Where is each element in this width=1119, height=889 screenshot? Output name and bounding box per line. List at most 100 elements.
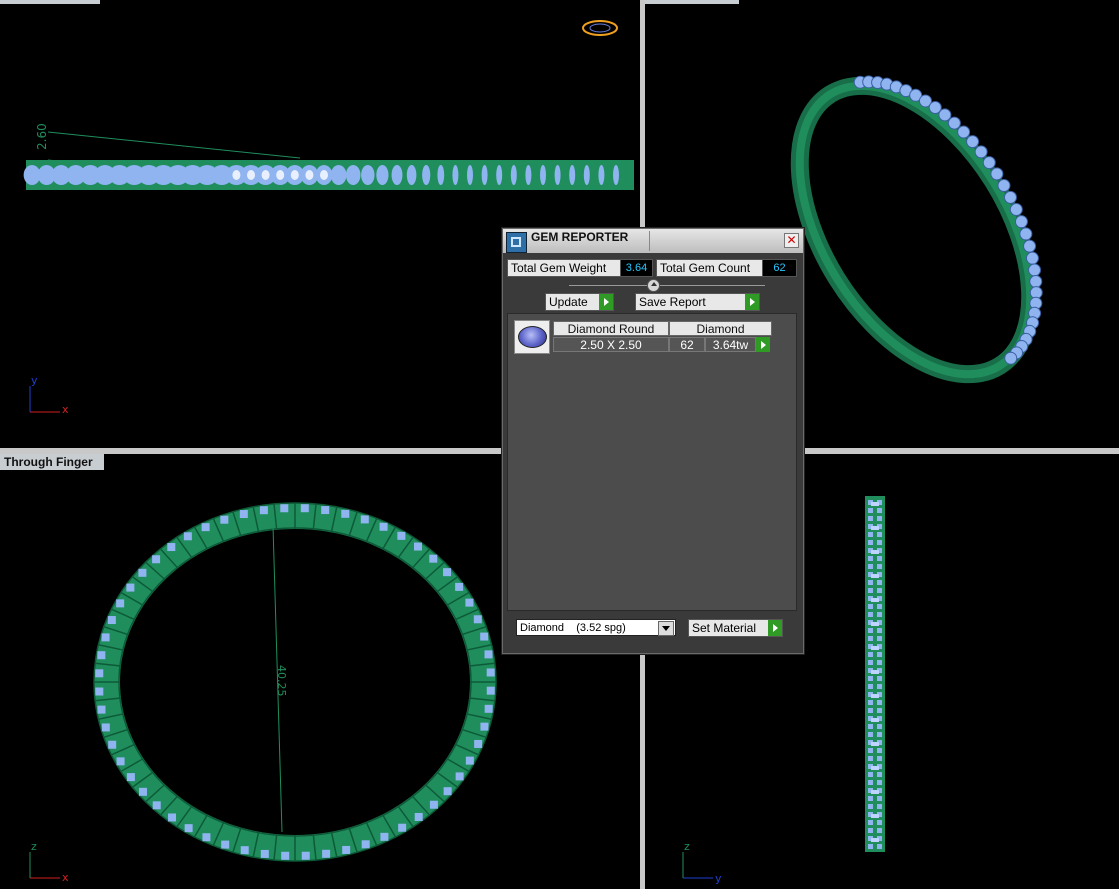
ring-part (391, 165, 403, 185)
save-report-button-label: Save Report (639, 295, 706, 309)
ring-part (598, 165, 605, 185)
ring-part (990, 167, 1004, 181)
ring-part (320, 170, 328, 180)
ring-part (868, 604, 873, 609)
ring-part (455, 582, 464, 591)
ring-part (360, 515, 369, 524)
gem-row-arrow-icon[interactable] (756, 337, 770, 352)
ring-part (877, 564, 882, 569)
ring-part (126, 773, 135, 782)
ring-part (871, 646, 879, 650)
update-button[interactable]: Update (545, 293, 614, 311)
chevron-down-icon (658, 621, 674, 636)
ring-part (877, 628, 882, 633)
gem-shape-header: Diamond Round (553, 321, 669, 336)
ring-part (101, 723, 110, 732)
ring-part (260, 849, 269, 858)
ring-part (868, 556, 873, 561)
ring-part (467, 165, 473, 185)
axis-y-label: y (31, 374, 38, 387)
ring-part (877, 724, 882, 729)
ring-part (957, 125, 971, 139)
ring-part (871, 574, 879, 578)
ring-part (496, 165, 503, 185)
ring-part (481, 165, 488, 185)
ring-part (484, 704, 493, 713)
dialog-titlebar[interactable]: GEM REPORTER ✕ (503, 229, 803, 253)
total-gem-weight-label: Total Gem Weight (507, 259, 622, 277)
ring-part (868, 756, 873, 761)
dimension-label: 2.60 (35, 123, 49, 150)
ring-part (484, 650, 493, 659)
ring-part (443, 787, 452, 796)
ring-part (877, 652, 882, 657)
set-material-button[interactable]: Set Material (688, 619, 783, 637)
close-icon[interactable]: ✕ (784, 233, 799, 248)
ring-part (152, 801, 161, 810)
ring-part (1009, 202, 1023, 216)
ring-part (554, 165, 561, 185)
ring-part (1004, 351, 1018, 365)
ring-part (201, 523, 210, 532)
ring-part (1028, 263, 1042, 277)
ring-part (868, 628, 873, 633)
ring-part (118, 527, 472, 837)
ring-part (938, 108, 952, 122)
ring-part (868, 660, 873, 665)
slider-knob-icon[interactable] (647, 279, 660, 292)
ring-part (116, 599, 125, 608)
ring-part (877, 676, 882, 681)
play-arrow-icon (768, 620, 782, 636)
ring-part (183, 532, 192, 541)
dialog-title: GEM REPORTER (531, 230, 629, 244)
ring-part (868, 844, 873, 849)
ring-part (261, 170, 270, 180)
ring-part (871, 766, 879, 770)
ring-part (474, 739, 483, 748)
ring-part (871, 670, 879, 674)
ring-part (868, 676, 873, 681)
ring-part (871, 526, 879, 530)
ring-part (868, 540, 873, 545)
ring-part (1003, 190, 1017, 204)
ring-part (540, 165, 546, 185)
ring-part (510, 165, 517, 185)
axis-z-label: z (31, 840, 37, 853)
viewport-label (0, 0, 100, 4)
slider-track (569, 285, 765, 286)
ring-part (868, 828, 873, 833)
diamond-round-gem-icon (514, 320, 550, 354)
ring-part (525, 165, 532, 185)
ring-part (97, 705, 106, 714)
ring-part (868, 612, 873, 617)
axis-z-label: z (684, 840, 690, 853)
total-gem-weight-value: 3.64 (620, 259, 653, 277)
ring-part (184, 824, 193, 833)
ring-part (232, 170, 241, 180)
ring-part (465, 598, 474, 607)
ring-part (868, 780, 873, 785)
gem-report-list[interactable]: Diamond Round Diamond 2.50 X 2.50 62 3.6… (507, 313, 797, 611)
ring-part (379, 522, 388, 531)
ring-part (877, 732, 882, 737)
ring-part (877, 804, 882, 809)
ring-part (877, 708, 882, 713)
ring-part (1014, 215, 1028, 229)
divider (649, 231, 650, 251)
ring-part (168, 813, 177, 822)
ring-part (220, 515, 229, 524)
ring-part (877, 748, 882, 753)
ring-part (868, 700, 873, 705)
gem-type-header: Diamond (669, 321, 772, 336)
gem-size-cell: 2.50 X 2.50 (553, 337, 669, 352)
ring-part (871, 814, 879, 818)
update-button-label: Update (549, 295, 588, 309)
ring-part (342, 845, 351, 854)
ring-part (877, 780, 882, 785)
ring-part (480, 632, 489, 641)
ring-part (871, 694, 879, 698)
material-select[interactable]: Diamond (3.52 spg) (516, 619, 676, 636)
ring-part (997, 178, 1011, 192)
save-report-button[interactable]: Save Report (635, 293, 760, 311)
ring-part (868, 684, 873, 689)
